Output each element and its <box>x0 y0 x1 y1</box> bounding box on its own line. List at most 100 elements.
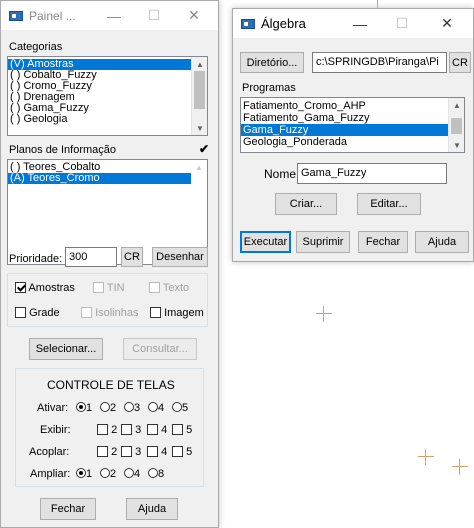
painel-titlebar[interactable]: Painel ... — ☐ ✕ <box>1 1 218 30</box>
nome-label: Nome: <box>264 167 300 181</box>
scroll-down-icon[interactable]: ▼ <box>192 121 207 135</box>
list-item[interactable]: Geologia_Ponderada <box>241 136 464 148</box>
ampliar-radio-4[interactable]: 4 <box>124 468 140 480</box>
ativar-radio-5[interactable]: 5 <box>172 402 188 414</box>
categorias-scrollbar[interactable]: ▲ ▼ <box>191 57 207 135</box>
checkbox-icon <box>15 307 26 318</box>
app-icon <box>9 10 23 21</box>
desenhar-button[interactable]: Desenhar <box>152 247 208 267</box>
exibir-check-2[interactable]: 2 <box>97 424 117 436</box>
crosshair-marker <box>370 0 386 8</box>
acoplar-check-5[interactable]: 5 <box>172 446 192 458</box>
planos-label: Planos de Informação <box>9 144 117 156</box>
maximize-icon[interactable]: ☐ <box>134 1 174 30</box>
editar-button[interactable]: Editar... <box>357 193 421 215</box>
isolinhas-checkbox: Isolinhas <box>81 307 138 319</box>
crosshair-marker <box>316 306 332 322</box>
ampliar-radio-2[interactable]: 2 <box>100 468 116 480</box>
tin-checkbox: TIN <box>93 282 125 294</box>
painel-ajuda-button[interactable]: Ajuda <box>126 498 178 520</box>
scroll-thumb[interactable] <box>451 118 462 134</box>
exibir-check-5[interactable]: 5 <box>172 424 192 436</box>
ativar-radio-4[interactable]: 4 <box>148 402 164 414</box>
diretorio-button[interactable]: Diretório... <box>240 52 304 73</box>
consultar-button: Consultar... <box>123 338 197 360</box>
acoplar-check-3[interactable]: 3 <box>121 446 141 458</box>
categorias-list[interactable]: (V) Amostras( ) Cobalto_Fuzzy( ) Cromo_F… <box>7 56 208 136</box>
painel-title: Painel ... <box>29 8 76 23</box>
radio-icon <box>76 468 86 478</box>
list-item[interactable]: ( ) Geologia <box>8 114 207 125</box>
checkbox-icon <box>172 424 183 435</box>
prioridade-input[interactable]: 300 <box>65 247 117 267</box>
ativar-radio-1[interactable]: 1 <box>76 402 92 414</box>
checkbox-icon <box>81 307 92 318</box>
close-icon[interactable]: ✕ <box>174 1 214 30</box>
scroll-up-icon[interactable]: ▲ <box>449 98 464 112</box>
minimize-icon[interactable]: — <box>94 1 134 30</box>
list-item[interactable]: (A) Teores_Cromo <box>8 173 207 184</box>
list-item[interactable]: Fatiamento_Cromo_AHP <box>241 100 464 112</box>
suprimir-button[interactable]: Suprimir <box>296 231 350 253</box>
radio-icon <box>100 468 110 478</box>
maximize-icon[interactable]: ☐ <box>382 9 422 38</box>
scroll-thumb[interactable] <box>194 71 205 109</box>
programas-label: Programas <box>242 82 296 94</box>
exibir-check-4[interactable]: 4 <box>147 424 167 436</box>
ampliar-radio-8[interactable]: 8 <box>148 468 164 480</box>
scroll-up-icon[interactable]: ▲ <box>192 57 207 71</box>
acoplar-check-4[interactable]: 4 <box>147 446 167 458</box>
list-item[interactable]: Fatiamento_Gama_Fuzzy <box>241 112 464 124</box>
categorias-items: (V) Amostras( ) Cobalto_Fuzzy( ) Cromo_F… <box>8 57 207 125</box>
acoplar-check-2[interactable]: 2 <box>97 446 117 458</box>
check-icon <box>15 282 26 293</box>
cr-button[interactable]: CR <box>121 247 143 267</box>
list-item[interactable]: Gama_Fuzzy <box>241 124 464 136</box>
minimize-icon[interactable]: — <box>340 9 380 38</box>
algebra-titlebar[interactable]: Álgebra — ☐ ✕ <box>233 9 473 38</box>
scroll-down-icon[interactable]: ▼ <box>449 138 464 152</box>
close-icon[interactable]: ✕ <box>427 9 467 38</box>
texto-checkbox: Texto <box>149 282 189 294</box>
painel-fechar-button[interactable]: Fechar <box>40 498 96 520</box>
checkbox-icon <box>172 446 183 457</box>
painel-window: Painel ... — ☐ ✕ Categorias (V) Amostras… <box>0 0 219 528</box>
imagem-checkbox[interactable]: Imagem <box>150 307 204 319</box>
ampliar-label: Ampliar: <box>30 468 71 480</box>
criar-button[interactable]: Criar... <box>275 193 337 215</box>
ativar-label: Ativar: <box>37 402 69 414</box>
programas-scrollbar[interactable]: ▲ ▼ <box>448 98 464 152</box>
checkbox-icon <box>93 282 104 293</box>
checkbox-icon <box>149 282 160 293</box>
exibir-label: Exibir: <box>40 424 71 436</box>
crosshair-marker <box>452 459 468 475</box>
ativar-radio-3[interactable]: 3 <box>124 402 140 414</box>
executar-button[interactable]: Executar <box>240 231 291 253</box>
checkbox-icon <box>147 424 158 435</box>
scroll-up-icon[interactable]: ▲ <box>191 160 207 174</box>
algebra-fechar-button[interactable]: Fechar <box>358 231 408 253</box>
crosshair-marker <box>418 449 434 465</box>
nome-input[interactable]: Gama_Fuzzy <box>297 163 447 184</box>
algebra-cr-button[interactable]: CR <box>449 52 471 73</box>
radio-icon <box>148 468 158 478</box>
planos-check-icon[interactable]: ✔ <box>199 142 209 156</box>
planos-items: ( ) Teores_Cobalto (A) Teores_Cromo <box>8 160 207 184</box>
acoplar-label: Acoplar: <box>29 446 70 458</box>
radio-icon <box>100 402 110 412</box>
ativar-radio-2[interactable]: 2 <box>100 402 116 414</box>
diretorio-input[interactable]: c:\SPRINGDB\Piranga\Pi <box>312 52 447 73</box>
programas-list[interactable]: Fatiamento_Cromo_AHP Fatiamento_Gama_Fuzz… <box>240 97 465 153</box>
grade-checkbox[interactable]: Grade <box>15 307 60 319</box>
radio-icon <box>124 402 134 412</box>
radio-icon <box>172 402 182 412</box>
algebra-title: Álgebra <box>261 16 306 31</box>
checkbox-icon <box>97 424 108 435</box>
checkbox-icon <box>121 424 132 435</box>
ampliar-radio-1[interactable]: 1 <box>76 468 92 480</box>
exibir-check-3[interactable]: 3 <box>121 424 141 436</box>
selecionar-button[interactable]: Selecionar... <box>29 338 103 360</box>
algebra-ajuda-button[interactable]: Ajuda <box>415 231 469 253</box>
amostras-checkbox[interactable]: Amostras <box>15 282 75 294</box>
algebra-window: Álgebra — ☐ ✕ Diretório... c:\SPRINGDB\P… <box>232 8 474 262</box>
